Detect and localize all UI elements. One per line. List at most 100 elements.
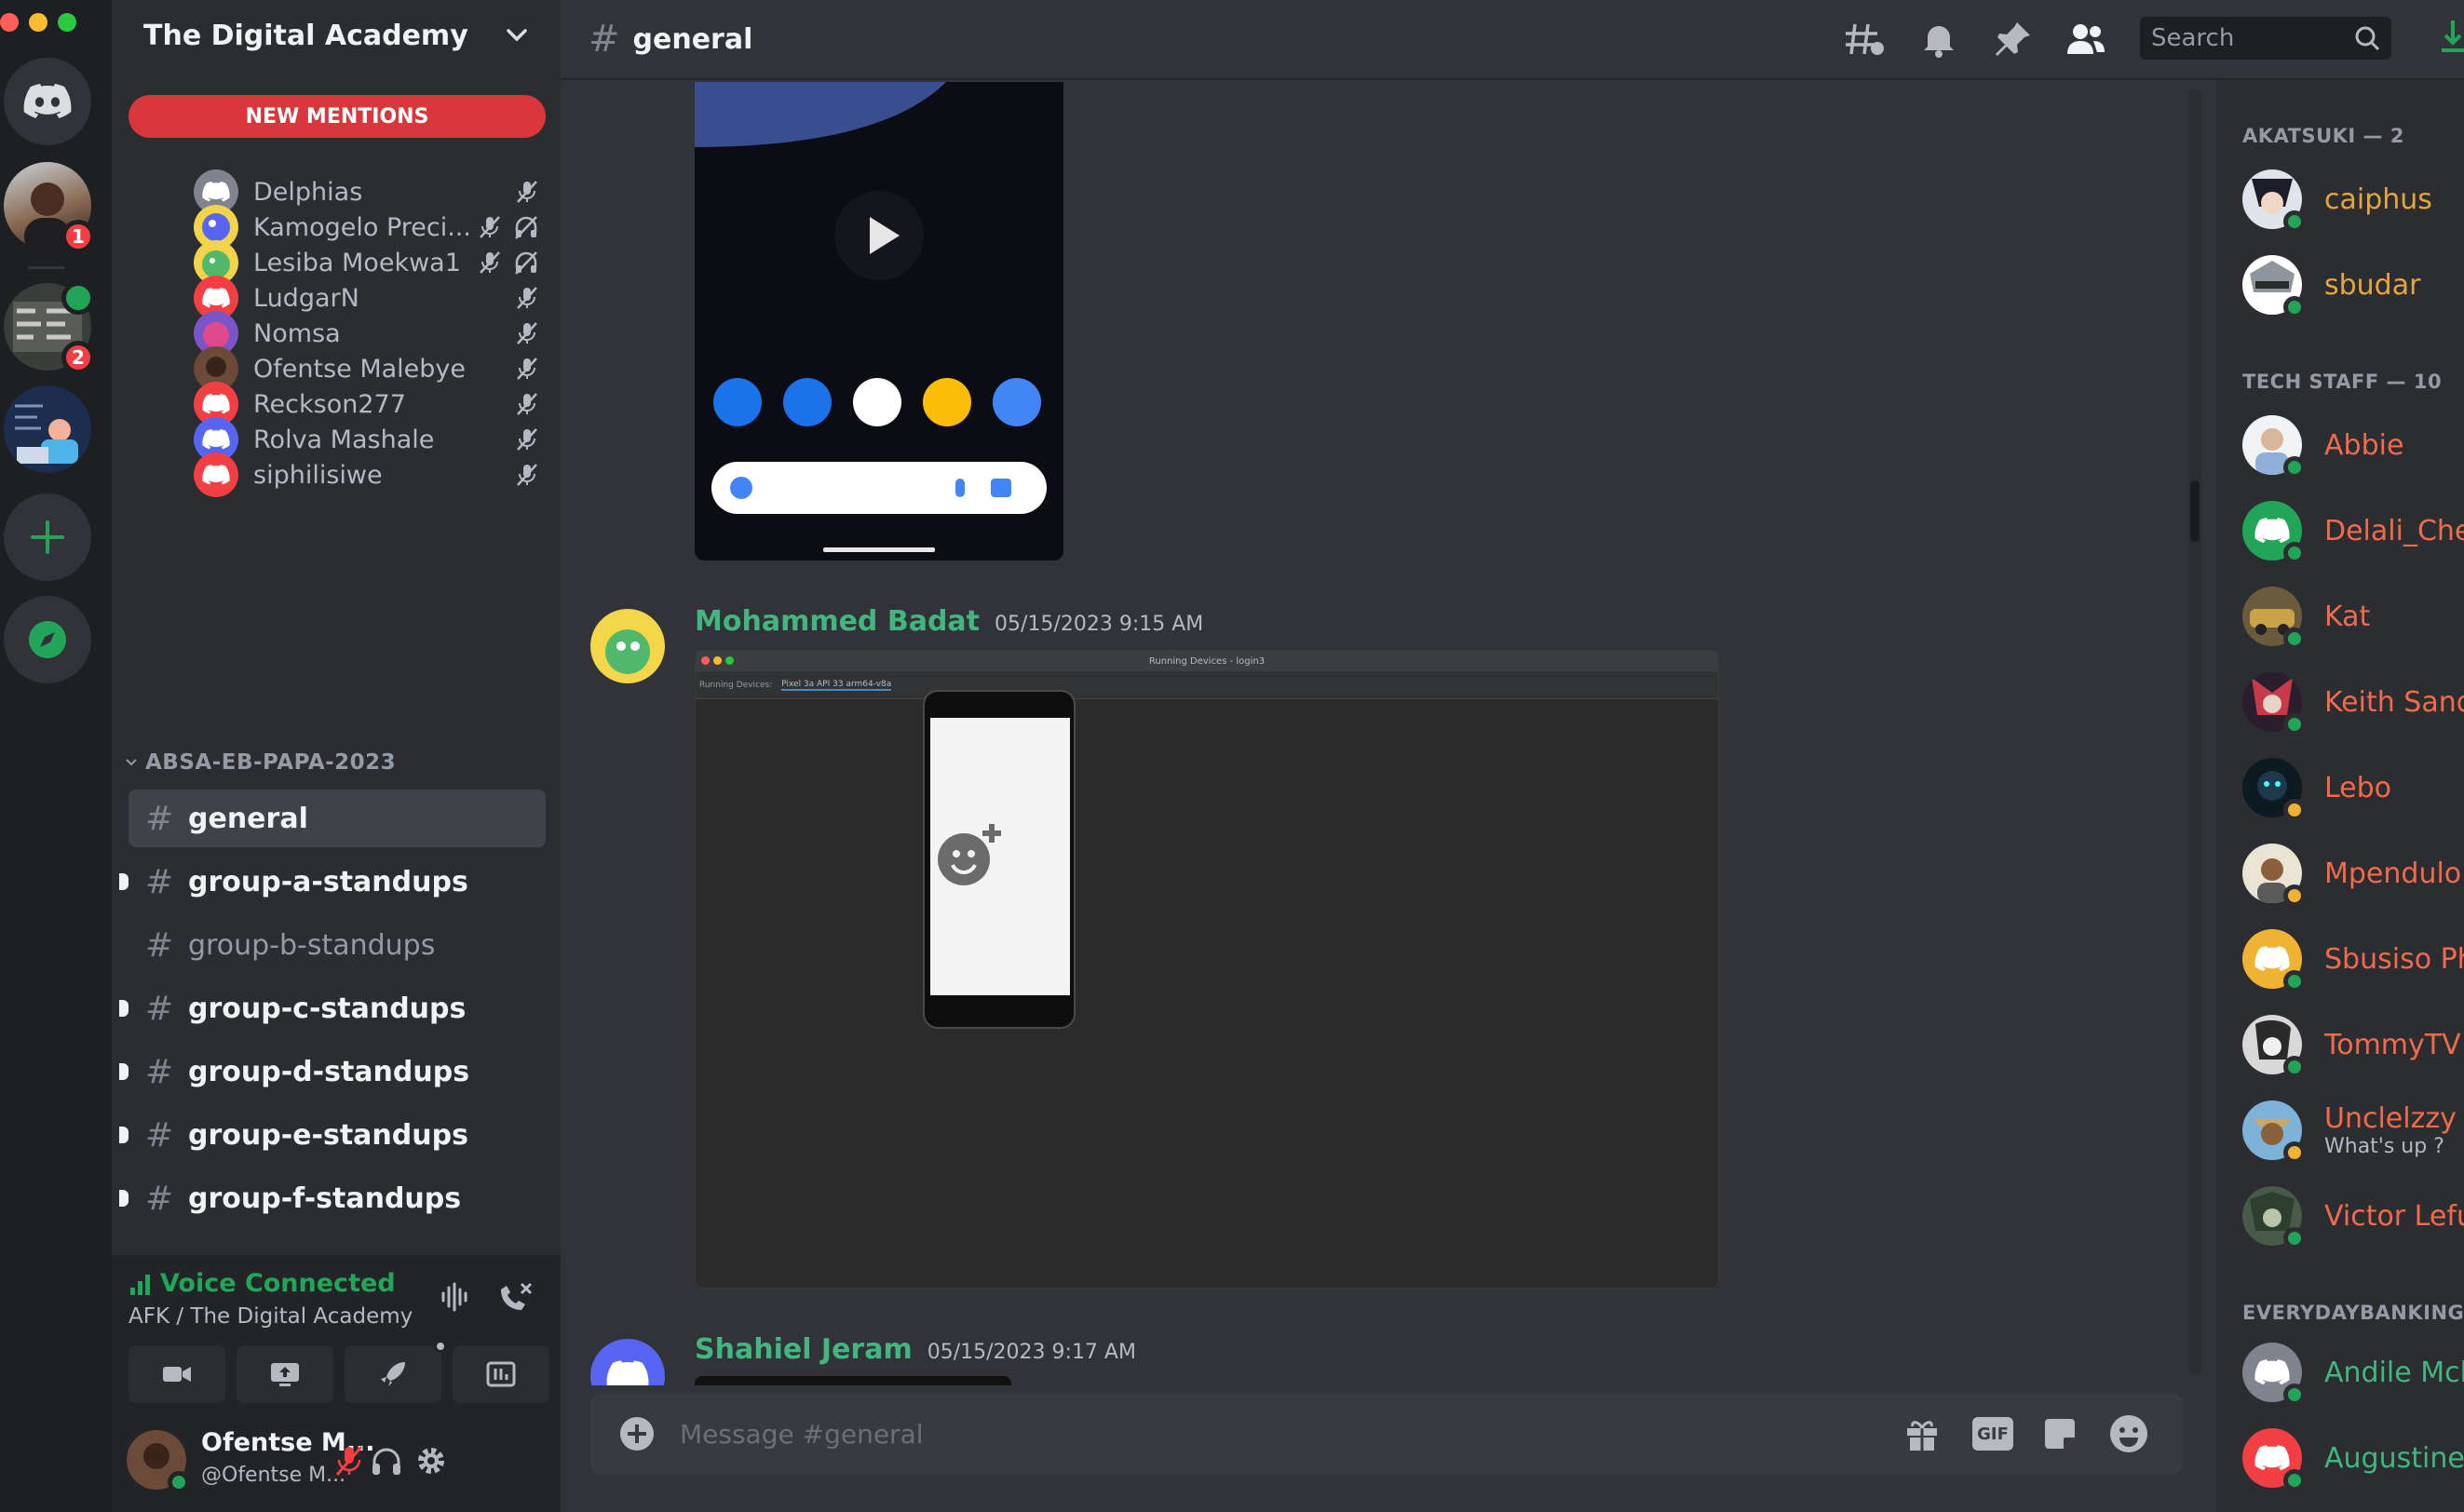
add-reaction-icon [938, 824, 1001, 885]
chevron-down-icon [507, 29, 527, 42]
headphones-icon[interactable] [371, 1447, 402, 1477]
message-composer: Message #general GIF [590, 1393, 2183, 1475]
text-channel-icon: # [145, 925, 174, 965]
user-avatar[interactable] [127, 1430, 190, 1493]
member-name: Kat [2324, 600, 2371, 633]
voice-location[interactable]: AFK / The Digital Academy [129, 1304, 413, 1329]
noise-suppression-icon[interactable] [440, 1282, 473, 1312]
message-author[interactable]: Mohammed Badat [695, 605, 980, 638]
disconnect-icon[interactable] [497, 1280, 535, 1314]
member-item[interactable]: Mpendulo [2242, 844, 2461, 907]
text-channel-icon: # [145, 1179, 174, 1218]
bell-icon[interactable] [1920, 20, 1957, 58]
server-icon-coding[interactable] [4, 385, 91, 473]
messages-scrollbar[interactable] [2188, 89, 2201, 1374]
channel-group-d-standups[interactable]: # group-d-standups [119, 1043, 546, 1100]
category-header[interactable]: ABSA-EB-PAPA-2023 [125, 750, 396, 775]
message-timestamp: 05/15/2023 9:17 AM [927, 1341, 1136, 1364]
voice-user[interactable]: siphilisiwe [194, 449, 548, 501]
message-author[interactable]: Shahiel Jeram [695, 1333, 913, 1366]
voice-connected-label: Voice Connected [160, 1269, 396, 1298]
online-status-icon [2283, 210, 2306, 233]
channel-name: group-d-standups [188, 1055, 470, 1088]
voice-status[interactable]: Voice Connected [129, 1269, 396, 1298]
user-panel: Ofentse M... @Ofentse M... [112, 1410, 561, 1512]
compass-icon [29, 621, 66, 658]
member-item[interactable]: TommyTV [2242, 1015, 2461, 1078]
avatar[interactable] [590, 1339, 665, 1385]
camera-button[interactable] [129, 1345, 225, 1403]
channel-group-f-standups[interactable]: # group-f-standups [119, 1169, 546, 1227]
member-item[interactable]: Victor Lefu [2242, 1186, 2464, 1249]
activities-button[interactable] [345, 1340, 447, 1403]
member-item[interactable]: Lebo [2242, 758, 2391, 821]
server-icon-digital-academy[interactable]: 2 [4, 281, 95, 374]
server-icon-user-dm[interactable]: 1 [4, 162, 95, 253]
mention-badge: 2 [61, 341, 95, 374]
member-item[interactable]: Unclelzzy What's up ? [2242, 1100, 2457, 1164]
member-item[interactable]: Delali_Che [2242, 501, 2464, 564]
channel-group-b-standups[interactable]: # group-b-standups [129, 916, 546, 974]
emulator-toolbar: Running Devices: Pixel 3a API 33 arm64-v… [696, 671, 1718, 699]
member-item[interactable]: Andile Mch [2242, 1343, 2464, 1406]
server-header[interactable]: The Digital Academy [112, 0, 561, 71]
user-tag[interactable]: @Ofentse M... [201, 1464, 345, 1487]
member-item[interactable]: sbudar [2242, 255, 2420, 318]
screen-share-button[interactable] [237, 1345, 333, 1403]
threads-icon[interactable] [1844, 20, 1885, 58]
member-name: Delali_Che [2324, 514, 2464, 547]
member-item[interactable]: Sbusiso Ph [2242, 929, 2464, 992]
online-status-icon [2283, 628, 2306, 650]
explore-servers-button[interactable] [4, 596, 91, 683]
channel-group-e-standups[interactable]: # group-e-standups [119, 1106, 546, 1164]
emoji-icon[interactable] [2108, 1413, 2149, 1454]
mention-badge: 1 [61, 220, 95, 253]
member-item[interactable]: Augustine [2242, 1428, 2464, 1492]
emulator-window-title: Running Devices - login3 [1148, 655, 1266, 667]
member-name: Keith Sand [2324, 685, 2464, 719]
minimize-window-button[interactable] [29, 13, 47, 32]
gift-icon[interactable] [1903, 1415, 1941, 1452]
member-item[interactable]: Abbie [2242, 415, 2403, 479]
gif-button[interactable]: GIF [1972, 1417, 2013, 1451]
home-button[interactable] [4, 58, 91, 145]
channel-sidebar: The Digital Academy NEW MENTIONS Delphia… [112, 0, 561, 1512]
channel-general[interactable]: # general [129, 790, 546, 847]
soundboard-button[interactable] [453, 1345, 549, 1403]
sticker-icon[interactable] [2041, 1415, 2078, 1452]
idle-status-icon [2283, 799, 2306, 821]
add-server-button[interactable] [4, 493, 91, 581]
mic-muted-icon[interactable] [335, 1445, 363, 1477]
close-window-button[interactable] [0, 13, 19, 32]
channel-group-a-standups[interactable]: # group-a-standups [119, 853, 546, 911]
text-channel-icon: # [145, 1052, 174, 1091]
zoom-window-button[interactable] [58, 13, 76, 32]
text-channel-icon: # [589, 18, 620, 61]
channel-title: general [632, 22, 753, 56]
idle-status-icon [2283, 1141, 2306, 1164]
download-icon[interactable] [2440, 19, 2464, 56]
image-attachment[interactable] [695, 1376, 1011, 1385]
pin-icon[interactable] [1995, 20, 2032, 58]
member-item[interactable]: Kat [2242, 587, 2371, 650]
search-placeholder: Search [2151, 24, 2235, 52]
voice-user-name: siphilisiwe [253, 460, 383, 490]
member-group-header: TECH STAFF — 10 [2242, 371, 2443, 393]
unread-indicator [119, 1190, 129, 1207]
member-item[interactable]: caiphus [2242, 169, 2432, 233]
image-attachment[interactable]: Running Devices - login3 Running Devices… [695, 650, 1719, 1289]
channel-group-c-standups[interactable]: # group-c-standups [119, 979, 546, 1037]
new-mentions-button[interactable]: NEW MENTIONS [129, 95, 546, 138]
search-input[interactable]: Search [2140, 17, 2391, 60]
text-channel-icon: # [145, 862, 174, 901]
member-item[interactable]: Keith Sand [2242, 672, 2464, 736]
messages-area: Mohammed Badat 05/15/2023 9:15 AM Runnin… [561, 82, 2213, 1385]
avatar[interactable] [590, 609, 665, 683]
gear-icon[interactable] [415, 1445, 447, 1477]
video-attachment[interactable] [695, 82, 1063, 560]
plus-circle-icon[interactable] [618, 1415, 656, 1452]
message-input[interactable]: Message #general [680, 1419, 924, 1450]
channel-name: group-f-standups [188, 1181, 462, 1215]
scrollbar-thumb[interactable] [2190, 480, 2200, 542]
member-list-icon[interactable] [2065, 20, 2106, 58]
